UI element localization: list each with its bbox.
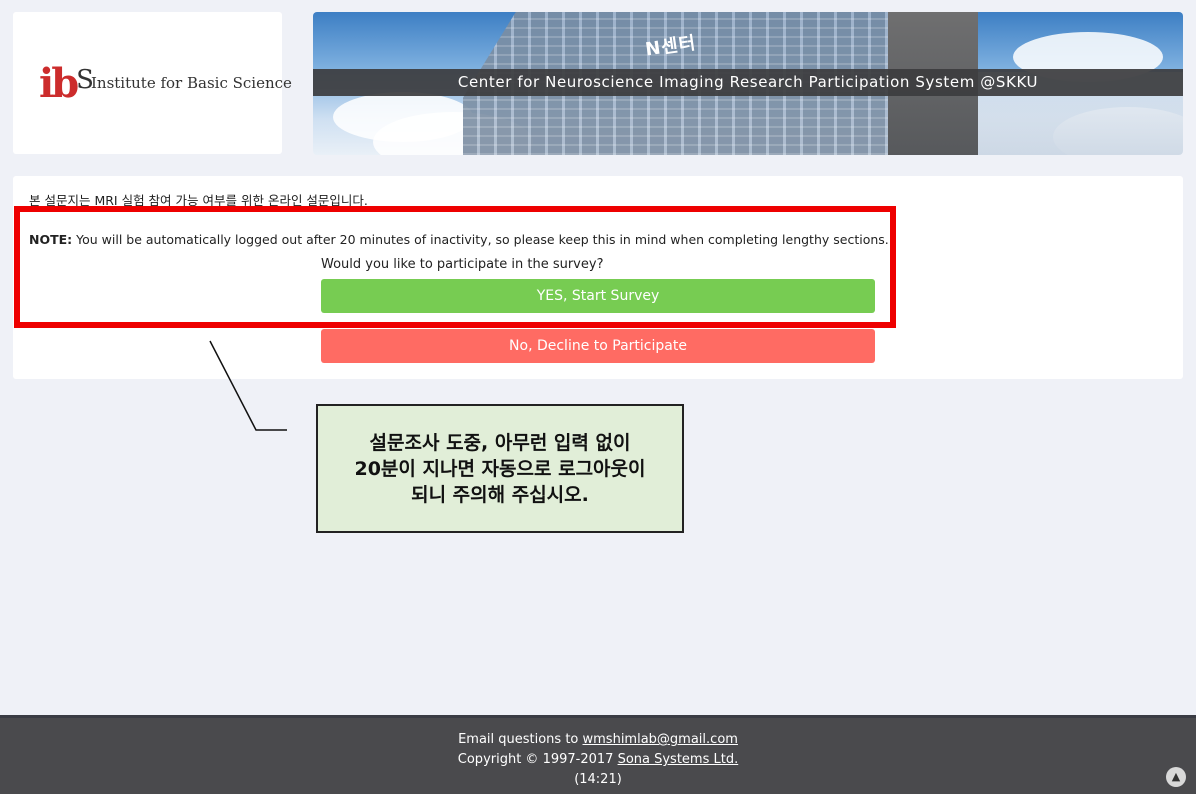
footer-time: (14:21) [574,772,622,787]
decline-button[interactable]: No, Decline to Participate [321,329,875,363]
logo-text: Institute for Basic Science [91,74,292,92]
note-body: You will be automatically logged out aft… [72,232,889,247]
contact-email-link[interactable]: wmshimlab@gmail.com [583,732,738,747]
participation-question: Would you like to participate in the sur… [321,257,604,272]
footer-email-prefix: Email questions to [458,732,583,747]
ibs-logo: ibS Institute for Basic Science [13,12,292,154]
start-survey-button[interactable]: YES, Start Survey [321,279,875,313]
header-banner: N센터 Center for Neuroscience Imaging Rese… [313,12,1183,155]
sona-systems-link[interactable]: Sona Systems Ltd. [618,752,739,767]
note-label: NOTE: [29,232,73,247]
footer-copyright-line: Copyright © 1997-2017 Sona Systems Ltd. [0,750,1196,770]
footer-email-line: Email questions to wmshimlab@gmail.com [0,730,1196,750]
callout-annotation: 설문조사 도중, 아무런 입력 없이 20분이 지나면 자동으로 로그아웃이 되… [316,404,684,533]
footer: Email questions to wmshimlab@gmail.com C… [0,715,1196,794]
survey-intro: 본 설문지는 MRI 실험 참여 가능 여부를 위한 온라인 설문입니다. [29,193,368,208]
banner-title: Center for Neuroscience Imaging Research… [457,73,1039,91]
footer-copyright-prefix: Copyright © 1997-2017 [457,752,618,767]
ibs-logo-mark: ibS [39,60,94,107]
callout-text: 설문조사 도중, 아무런 입력 없이 20분이 지나면 자동으로 로그아웃이 되… [354,431,646,506]
inactivity-note: NOTE: You will be automatically logged o… [29,232,889,247]
chevron-up-icon[interactable]: ▲ [1166,767,1186,787]
